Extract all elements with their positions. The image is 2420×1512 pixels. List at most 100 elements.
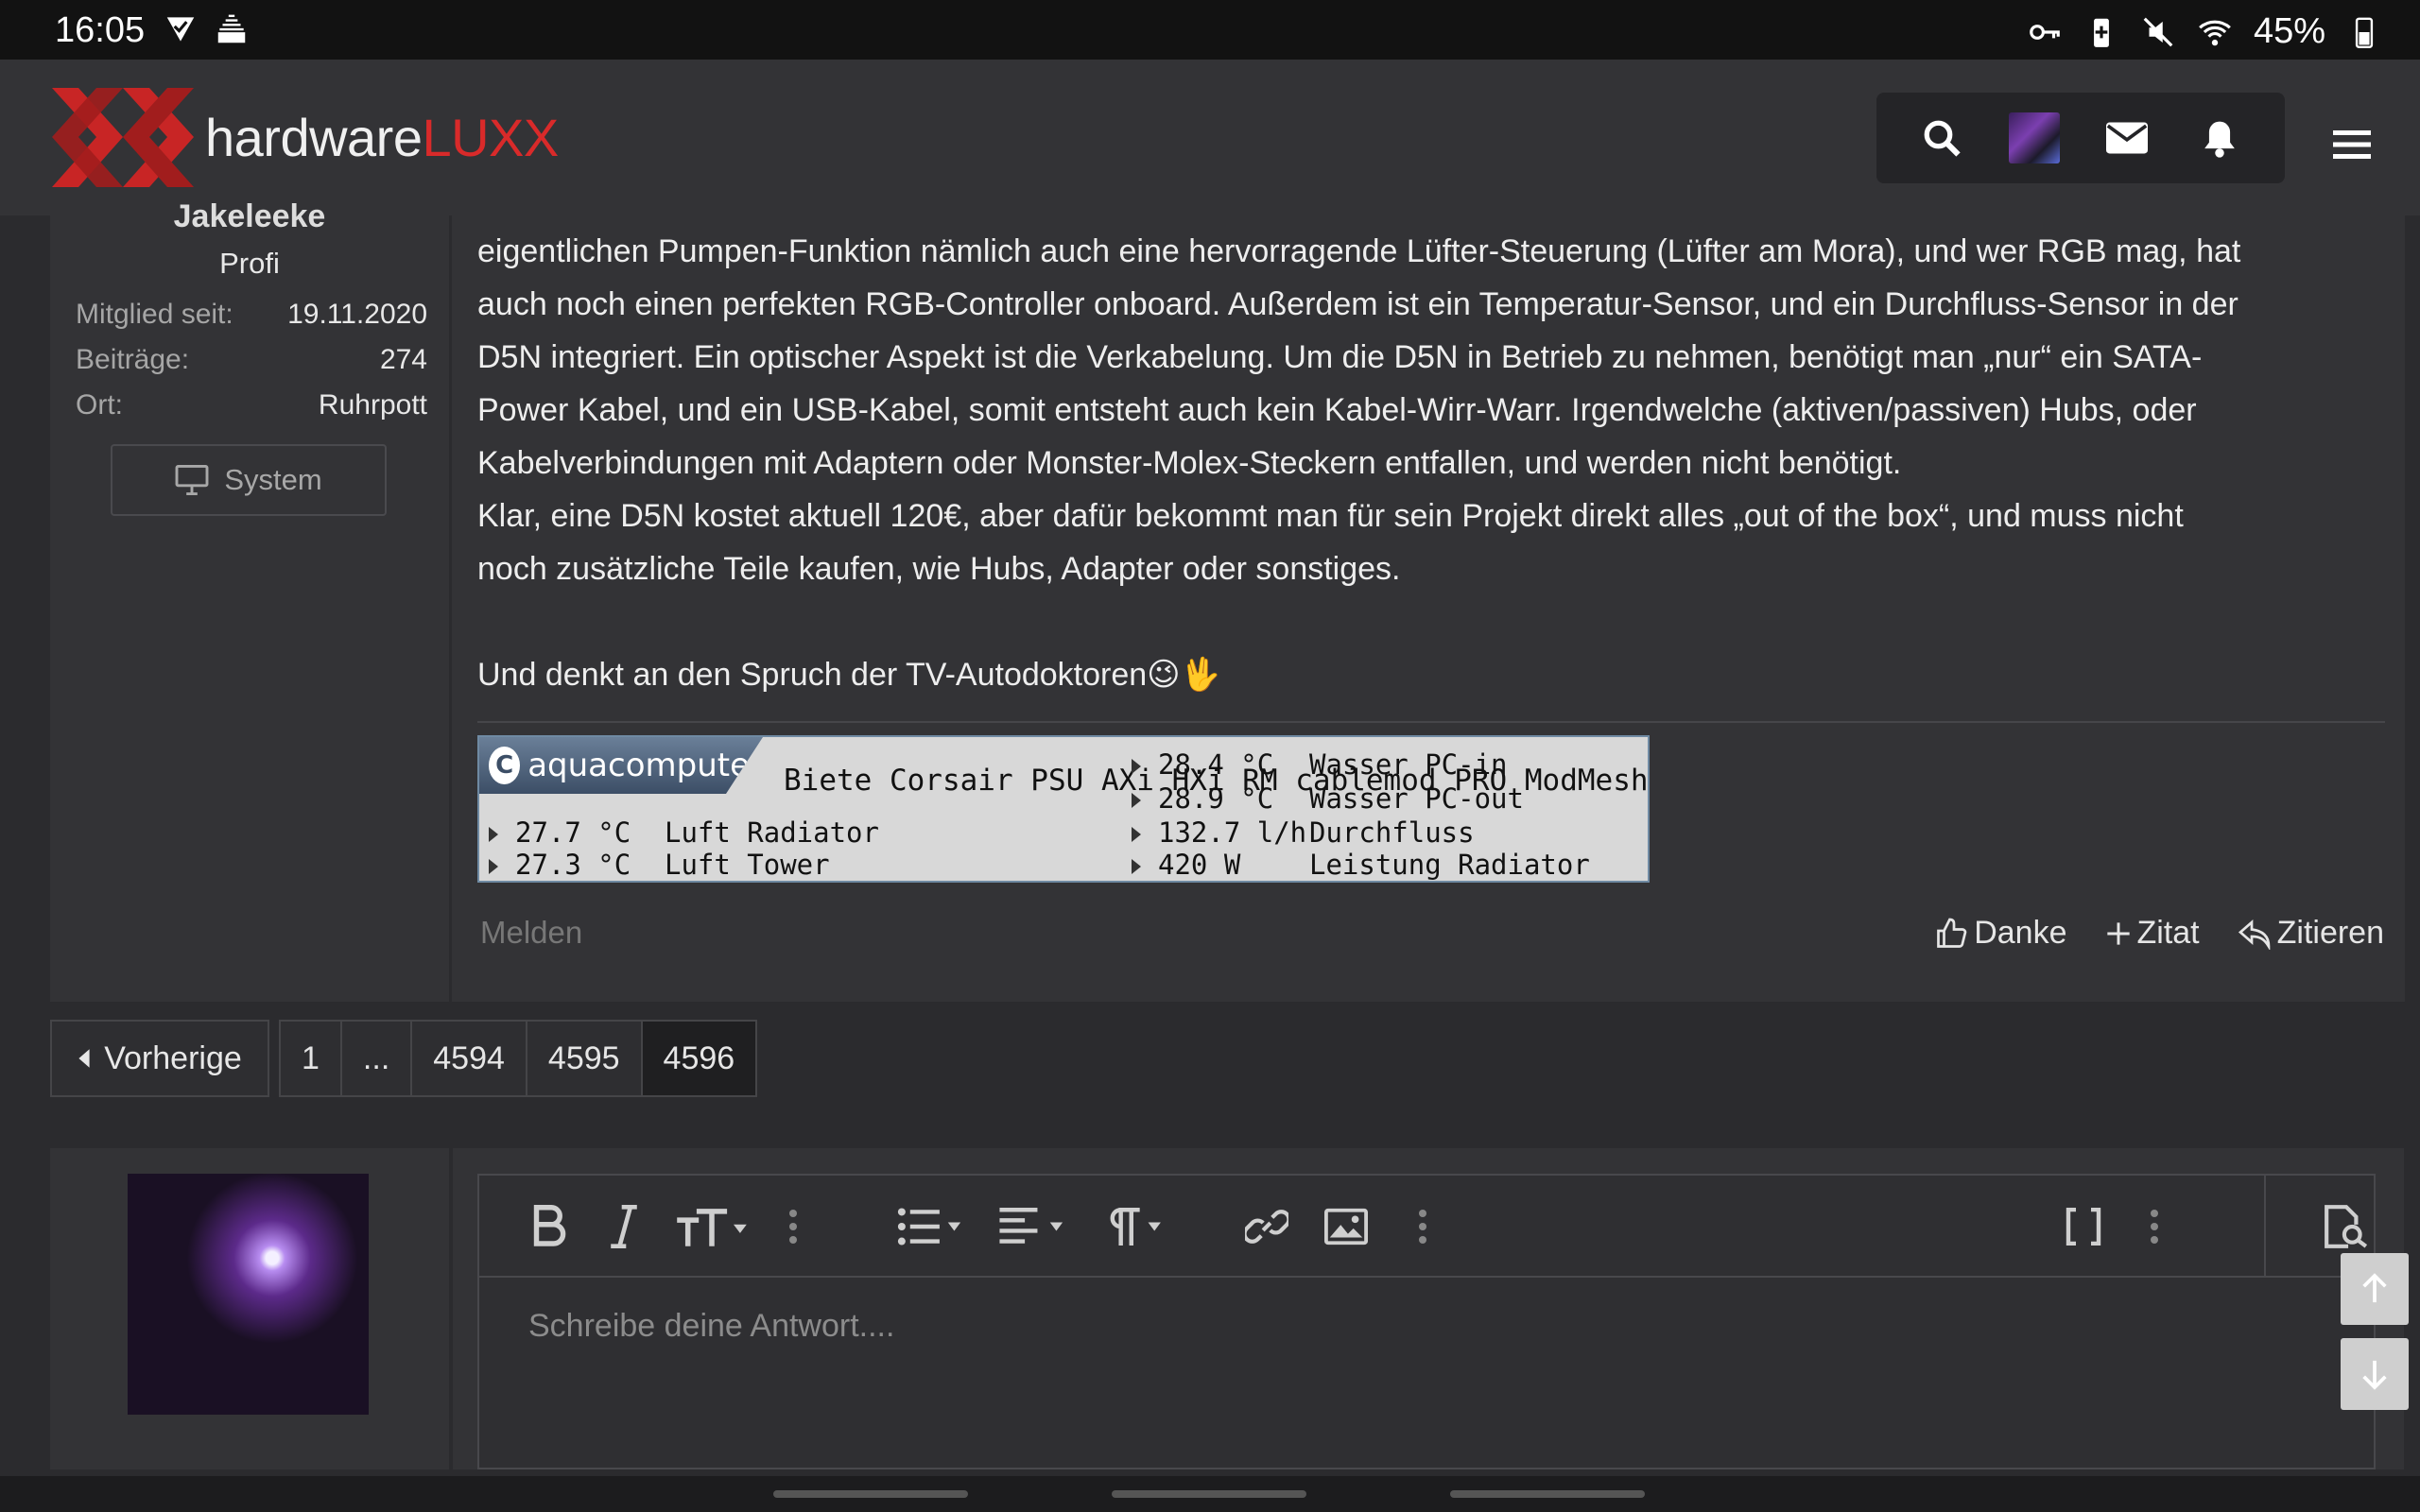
search-button[interactable]: [1913, 110, 1970, 166]
author-name[interactable]: Jakeleeke: [50, 198, 449, 235]
reply-divider: [449, 1148, 453, 1469]
link-button[interactable]: [1245, 1202, 1288, 1251]
monitor-icon: [175, 465, 209, 495]
sig-row-left: 27.7 °C Luft Radiator: [489, 816, 879, 849]
quick-reply: Schreibe deine Antwort....: [50, 1148, 2404, 1469]
post-line: Kabelverbindungen mit Adaptern oder Mons…: [477, 445, 1902, 481]
sig-value: 132.7 l/h: [1158, 816, 1307, 849]
list-button[interactable]: [895, 1202, 967, 1251]
verified-icon: [166, 17, 195, 42]
signature-image[interactable]: C aquacomputer Biete Corsair PSU AXi HXi…: [477, 735, 1650, 883]
stat-label: Beiträge:: [76, 344, 190, 375]
account-button[interactable]: [2006, 110, 2063, 166]
inbox-button[interactable]: [2099, 110, 2155, 166]
page-numbers: 1 ... 4594 4595 4596: [279, 1020, 758, 1097]
stat-value: 19.11.2020: [287, 299, 427, 330]
post-message: eigentlichen Pumpen-Funktion nämlich auc…: [452, 215, 2405, 1002]
scroll-top-button[interactable]: [2341, 1253, 2409, 1325]
signature-brand-text: aquacomputer: [527, 747, 763, 784]
page-link-current[interactable]: 4596: [642, 1022, 756, 1095]
alerts-button[interactable]: [2191, 110, 2248, 166]
reply-quote-label: Zitieren: [2276, 915, 2384, 951]
clock: 16:05: [55, 10, 146, 50]
image-button[interactable]: [1324, 1202, 1368, 1251]
system-button[interactable]: System: [111, 444, 387, 516]
post-line: auch noch einen perfekten RGB-Controller…: [477, 286, 2238, 322]
aquacomputer-logo-icon: C: [489, 747, 521, 784]
preview-button[interactable]: [2323, 1202, 2370, 1251]
report-link[interactable]: Melden: [480, 915, 582, 951]
post-author-panel: Jakeleeke Profi Mitglied seit: 19.11.202…: [50, 198, 449, 1002]
italic-button[interactable]: [610, 1202, 638, 1251]
current-user-avatar[interactable]: [128, 1174, 369, 1415]
signature-divider: [477, 721, 2385, 723]
gesture-handle[interactable]: [773, 1490, 968, 1498]
triangle-icon: [489, 859, 498, 874]
sig-row-right: 28.9 °C Wasser PC-out: [1132, 782, 1524, 815]
more-editor-button[interactable]: [2149, 1202, 2160, 1251]
thumbs-up-icon: [1937, 918, 1967, 948]
align-left-icon: [999, 1208, 1063, 1244]
signal-bars-icon: [217, 14, 246, 43]
page-link-4595[interactable]: 4595: [527, 1022, 643, 1095]
stat-location: Ort: Ruhrpott: [76, 389, 427, 421]
status-bar: 16:05 45%: [0, 0, 2420, 60]
more-vertical-icon: [2151, 1210, 2158, 1244]
toggle-bbcode-button[interactable]: [2064, 1202, 2103, 1251]
logo-xx-icon: [52, 88, 194, 187]
arrow-up-icon: [2362, 1273, 2387, 1303]
bold-icon: [533, 1205, 566, 1246]
text-size-icon: [677, 1209, 747, 1246]
search-icon: [1924, 120, 1961, 157]
sig-label: Wasser PC-in: [1309, 748, 1508, 781]
menu-button[interactable]: [2324, 116, 2380, 173]
stat-label: Mitglied seit:: [76, 299, 233, 330]
site-logo[interactable]: hardwareLUXX: [52, 88, 559, 187]
thanks-button[interactable]: Danke: [1934, 915, 2067, 952]
page-link-4594[interactable]: 4594: [412, 1022, 527, 1095]
post-line: noch zusätzliche Teile kaufen, wie Hubs,…: [477, 551, 1401, 587]
align-button[interactable]: [997, 1202, 1069, 1251]
sig-label: Wasser PC-out: [1309, 782, 1524, 815]
sig-value: 420 W: [1158, 849, 1241, 881]
multi-quote-label: Zitat: [2136, 915, 2200, 951]
editor-toolbar: [479, 1176, 2374, 1278]
more-insert-button[interactable]: [1417, 1202, 1428, 1251]
bold-button[interactable]: [532, 1202, 566, 1251]
more-options-button[interactable]: [787, 1202, 799, 1251]
site-header: hardwareLUXX: [0, 60, 2420, 215]
page-ellipsis[interactable]: ...: [341, 1022, 413, 1095]
hamburger-icon: [2333, 130, 2371, 159]
page-link-1[interactable]: 1: [281, 1022, 342, 1095]
reply-icon: [2238, 919, 2270, 950]
author-title: Profi: [219, 247, 280, 280]
battery-percent: 45%: [2253, 11, 2325, 51]
triangle-icon: [1132, 793, 1141, 808]
prev-page-button[interactable]: Vorherige: [50, 1020, 269, 1097]
reply-quote-button[interactable]: Zitieren: [2238, 915, 2384, 952]
triangle-icon: [489, 827, 498, 842]
battery-icon: [2355, 17, 2374, 48]
battery-saver-icon: [2094, 18, 2109, 47]
gesture-handle[interactable]: [1450, 1490, 1645, 1498]
mail-icon: [2106, 122, 2148, 154]
paragraph-button[interactable]: [1099, 1202, 1167, 1251]
toolbar-separator: [2264, 1176, 2266, 1278]
system-button-label: System: [224, 463, 322, 496]
logo-text-hardware: hardware: [205, 108, 423, 167]
logo-text-luxx: LUXX: [422, 108, 559, 167]
image-icon: [1324, 1208, 1368, 1246]
reply-editor[interactable]: Schreibe deine Antwort....: [477, 1174, 2376, 1469]
triangle-icon: [1132, 827, 1141, 842]
scroll-bottom-button[interactable]: [2341, 1338, 2409, 1410]
italic-icon: [611, 1205, 637, 1248]
multi-quote-button[interactable]: Zitat: [2105, 915, 2200, 952]
sig-label: Luft Radiator: [665, 816, 879, 849]
text-size-button[interactable]: [674, 1202, 750, 1251]
sig-label: Luft Tower: [665, 849, 830, 881]
sig-row-right: 420 W Leistung Radiator: [1132, 849, 1590, 881]
sig-value: 28.4 °C: [1158, 748, 1274, 781]
prev-page-label: Vorherige: [104, 1040, 242, 1076]
header-nav: [1876, 93, 2285, 183]
gesture-handle[interactable]: [1112, 1490, 1306, 1498]
